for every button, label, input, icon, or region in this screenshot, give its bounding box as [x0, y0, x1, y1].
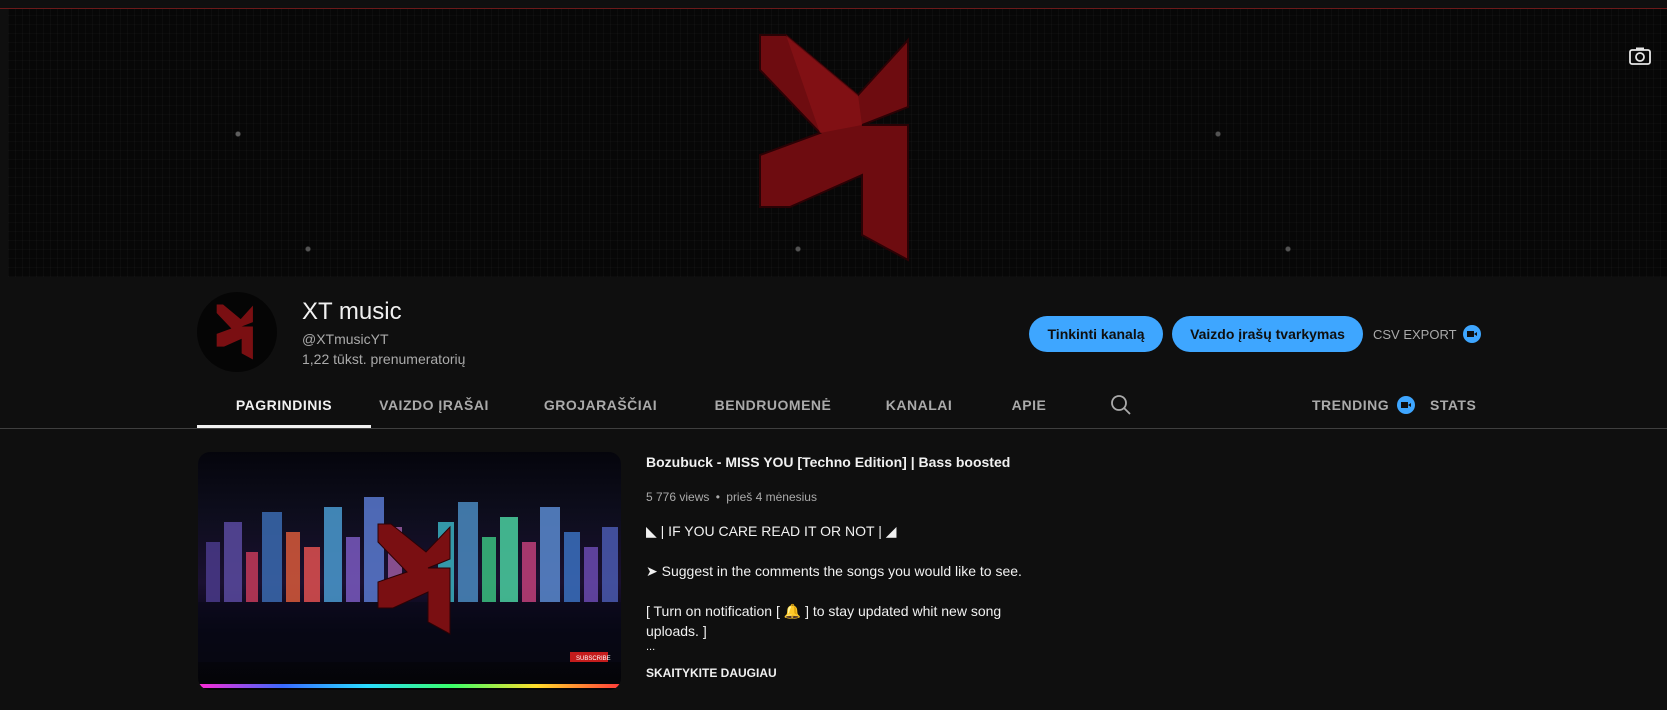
- view-count: 5 776 views: [646, 490, 710, 504]
- channel-avatar[interactable]: [197, 292, 277, 372]
- description-line: [ Turn on notification [ 🔔 ] to stay upd…: [646, 603, 1002, 639]
- channel-banner: [8, 9, 1667, 277]
- meta-separator: •: [715, 490, 720, 504]
- upload-age: prieš 4 mėnesius: [726, 490, 817, 504]
- customize-channel-button[interactable]: Tinkinti kanalą: [1029, 316, 1163, 352]
- search-icon[interactable]: [1110, 394, 1132, 416]
- top-border: [0, 0, 1667, 9]
- camera-icon[interactable]: [1628, 46, 1652, 66]
- extension-icon: [1397, 396, 1416, 414]
- tab-channels[interactable]: KANALAI: [876, 383, 962, 427]
- tab-about[interactable]: APIE: [997, 383, 1061, 427]
- csv-export-label: CSV EXPORT: [1373, 326, 1457, 342]
- avatar-logo: [216, 304, 253, 360]
- description-line: ➤ Suggest in the comments the songs you …: [646, 563, 1022, 579]
- tab-playlists[interactable]: GROJARAŠČIAI: [532, 383, 669, 427]
- tab-stats-label: STATS: [1430, 397, 1477, 413]
- read-more-link[interactable]: SKAITYKITE DAUGIAU: [646, 666, 777, 680]
- channel-tabs: PAGRINDINIS VAIZDO ĮRAŠAI GROJARAŠČIAI B…: [0, 383, 1667, 429]
- manage-videos-button[interactable]: Vaizdo įrašų tvarkymas: [1172, 316, 1363, 352]
- featured-video-title[interactable]: Bozubuck - MISS YOU [Techno Edition] | B…: [646, 454, 1010, 470]
- tab-stats[interactable]: STATS: [1430, 383, 1482, 427]
- tab-community[interactable]: BENDRUOMENĖ: [704, 383, 842, 427]
- channel-name: XT music: [302, 298, 402, 325]
- description-ellipsis: ...: [646, 641, 656, 653]
- csv-export-button[interactable]: CSV EXPORT: [1373, 325, 1481, 343]
- tab-trending[interactable]: TRENDING: [1312, 383, 1416, 427]
- tab-videos[interactable]: VAIZDO ĮRAŠAI: [371, 383, 497, 427]
- tab-trending-label: TRENDING: [1312, 397, 1390, 413]
- banner-logo: [759, 34, 909, 262]
- video-metadata: 5 776 views • prieš 4 mėnesius: [646, 490, 817, 504]
- channel-handle: @XTmusicYT: [302, 331, 389, 347]
- tab-home[interactable]: PAGRINDINIS: [197, 383, 371, 428]
- description-line: ◣ | IF YOU CARE READ IT OR NOT | ◢: [646, 523, 897, 539]
- thumbnail-art: SUBSCRIBE: [198, 497, 621, 688]
- subscriber-count: 1,22 tūkst. prenumeratorių: [302, 351, 466, 367]
- subscribe-badge: SUBSCRIBE: [576, 656, 611, 662]
- extension-icon: [1462, 325, 1481, 343]
- featured-video-thumbnail[interactable]: SUBSCRIBE: [198, 452, 621, 690]
